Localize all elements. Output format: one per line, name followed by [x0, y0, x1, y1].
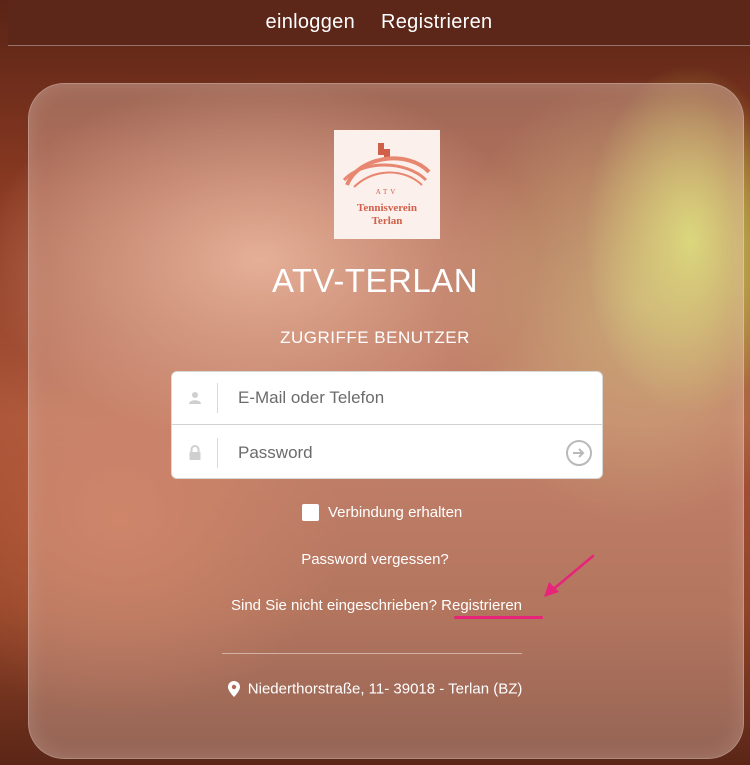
password-field[interactable] — [238, 442, 566, 463]
map-marker-icon — [227, 681, 240, 698]
page-title: ATV-TERLAN — [271, 262, 479, 299]
remember-checkbox[interactable] — [302, 504, 319, 521]
club-logo: ATV Tennisverein Terlan — [334, 130, 440, 239]
arrow-right-circle-icon[interactable] — [566, 439, 592, 466]
remember-label: Verbindung erhalten — [328, 504, 463, 521]
register-link[interactable]: Registrieren — [441, 597, 522, 614]
user-icon — [172, 383, 218, 413]
email-field[interactable] — [238, 388, 602, 408]
login-form — [171, 371, 603, 479]
divider — [222, 653, 522, 654]
logo-name-line2: Terlan — [371, 215, 403, 227]
lock-icon — [172, 437, 218, 468]
address: Niederthorstraße, 11- 39018 - Terlan (BZ… — [0, 680, 750, 698]
nav-register-link[interactable]: Registrieren — [381, 11, 492, 34]
register-prompt-text: Sind Sie nicht eingeschrieben? — [231, 597, 437, 614]
top-navigation: einloggen Registrieren — [8, 0, 750, 46]
highlight-underline — [454, 616, 543, 619]
password-row — [172, 426, 602, 479]
register-prompt: Sind Sie nicht eingeschrieben? Registrie… — [231, 597, 522, 614]
address-text: Niederthorstraße, 11- 39018 - Terlan (BZ… — [247, 680, 523, 698]
nav-login-link[interactable]: einloggen — [266, 11, 355, 34]
email-row — [172, 372, 602, 425]
forgot-password-link[interactable]: Password vergessen? — [0, 551, 750, 568]
racket-logo-icon — [342, 143, 431, 188]
logo-atv-text: ATV — [375, 188, 399, 196]
logo-name-line1: Tennisverein — [357, 202, 417, 214]
annotation-arrow-icon — [544, 554, 595, 597]
remember-me[interactable]: Verbindung erhalten — [302, 504, 462, 521]
page-subtitle: ZUGRIFFE BENUTZER — [280, 328, 470, 347]
